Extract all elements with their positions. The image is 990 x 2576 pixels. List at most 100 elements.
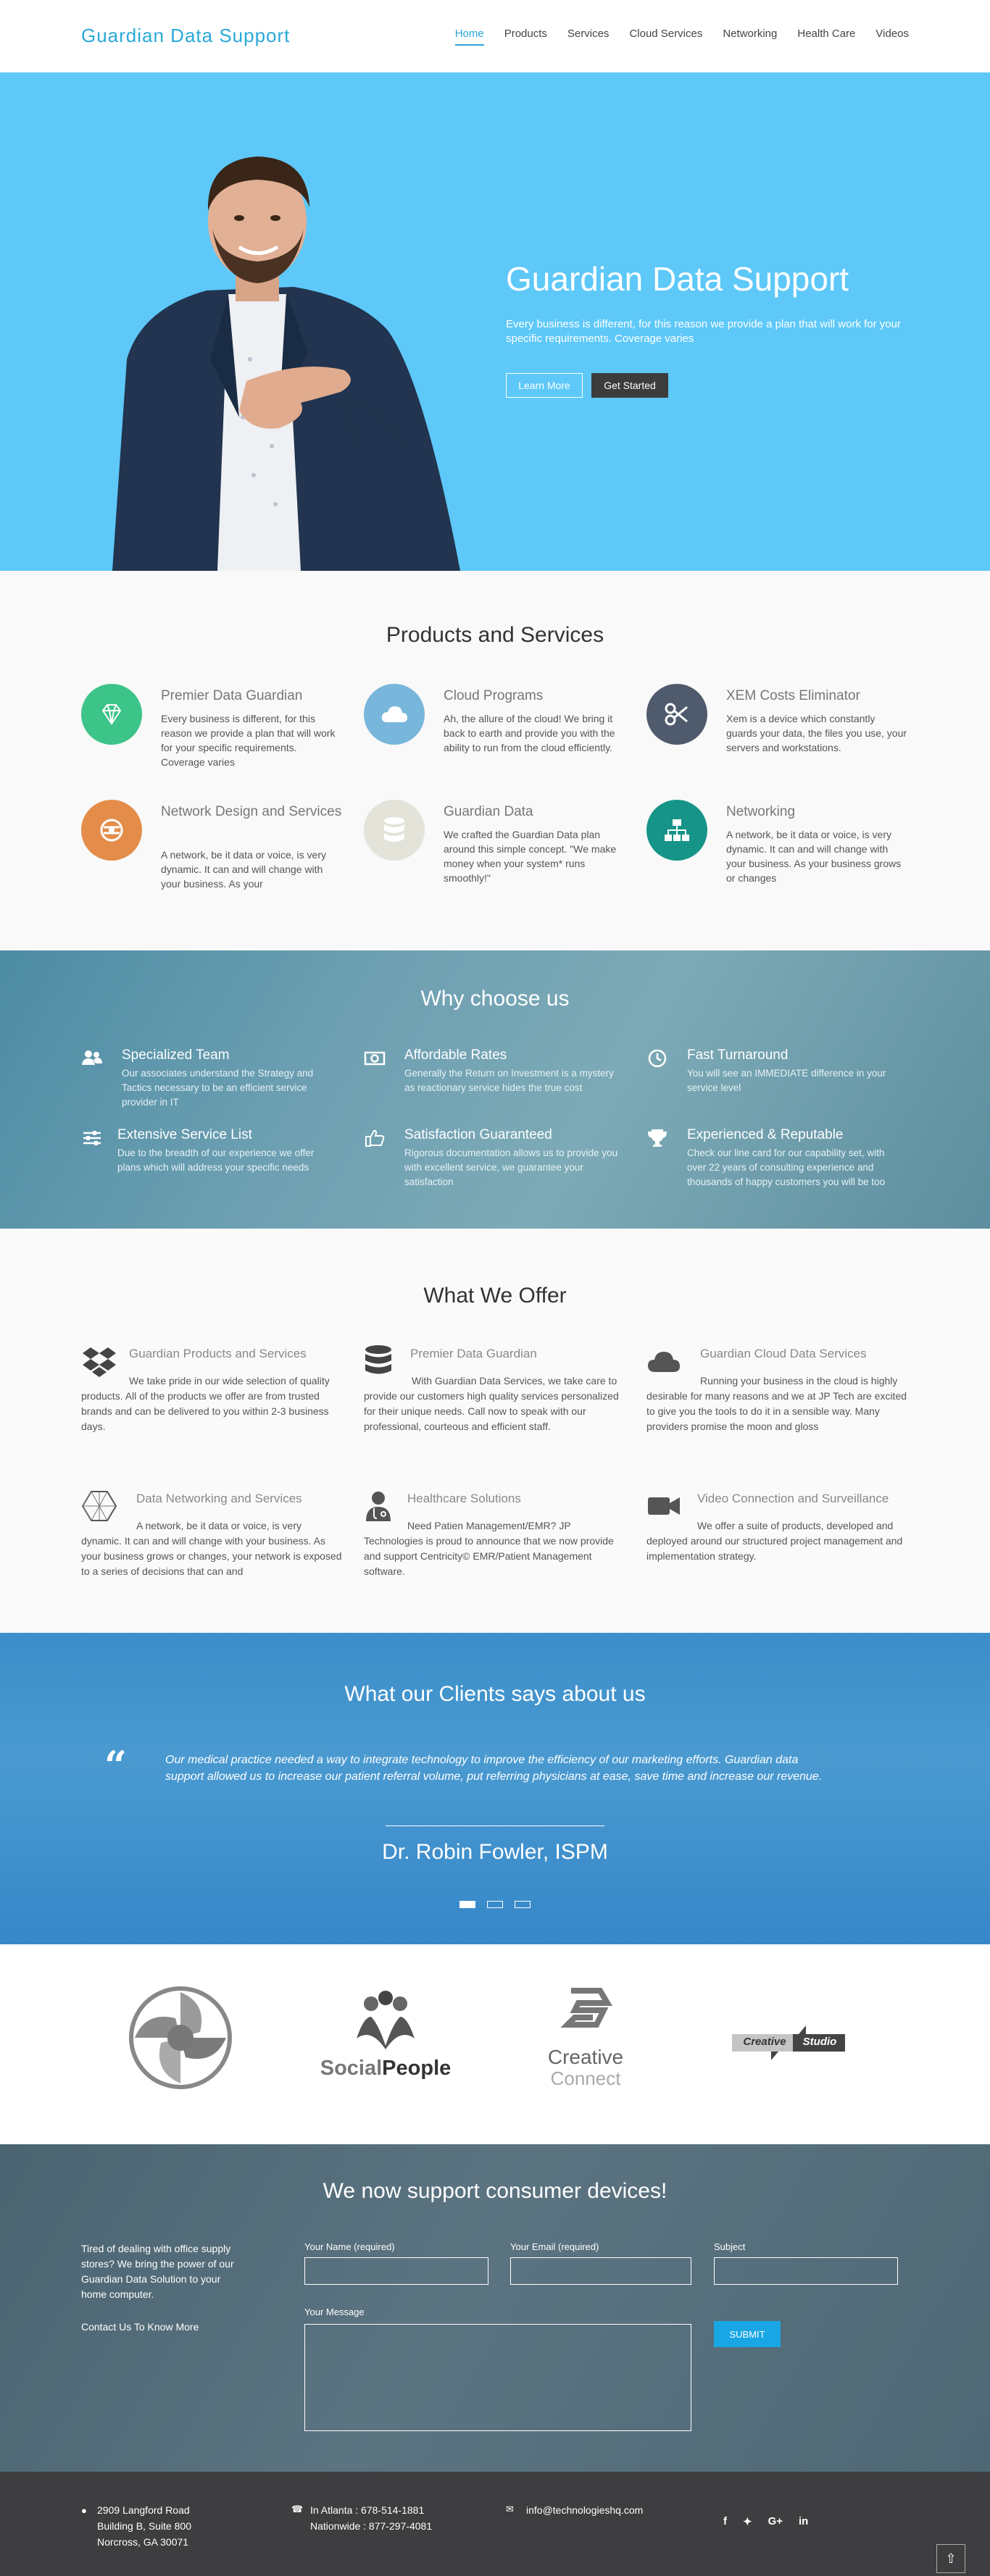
subject-field[interactable] (714, 2257, 898, 2285)
scissors-icon (646, 684, 707, 745)
phone-icon: ☎ (291, 2504, 304, 2514)
email-field[interactable] (510, 2257, 691, 2285)
footer-phones: In Atlanta : 678-514-1881 Nationwide : 8… (310, 2502, 432, 2534)
email-label: Your Email (required) (510, 2241, 599, 2252)
address-line-3: Norcross, GA 30071 (97, 2536, 189, 2548)
nav-health-care[interactable]: Health Care (797, 28, 855, 46)
offer-item-title: Premier Data Guardian (410, 1347, 537, 1360)
why-item-text: Due to the breadth of our experience we … (117, 1147, 315, 1173)
nav-home[interactable]: Home (454, 28, 484, 46)
site-logo[interactable]: Guardian Data Support (81, 25, 290, 47)
social-people-logo-text-a: Social (320, 2057, 383, 2080)
why-item-text: You will see an IMMEDIATE difference in … (687, 1068, 886, 1093)
back-to-top-button[interactable]: ⇧ (936, 2544, 965, 2573)
hero-title: Guardian Data Support (506, 260, 849, 298)
why-item-text: Check our line card for our capability s… (687, 1147, 886, 1187)
products-section: Products and Services Premier Data Guard… (0, 571, 990, 950)
why-item-title: Experienced & Reputable (687, 1127, 844, 1142)
nav-services[interactable]: Services (567, 28, 610, 46)
why-item-title: Fast Turnaround (687, 1047, 789, 1063)
offer-item-text: We take pride in our wide selection of q… (81, 1375, 330, 1432)
offer-item-text: Running your business in the cloud is hi… (646, 1375, 907, 1432)
contact-section: We now support consumer devices! Tired o… (0, 2144, 990, 2472)
phone-line-1[interactable]: In Atlanta : 678-514-1881 (310, 2502, 432, 2518)
product-title: XEM Costs Eliminator (726, 688, 860, 703)
testimonial-title: What our Clients says about us (344, 1682, 646, 1706)
main-nav: Home Products Services Cloud Services Ne… (454, 28, 909, 46)
nav-networking[interactable]: Networking (723, 28, 777, 46)
partner-logos-section: SocialPeople Creative Connect Creative S… (0, 1944, 990, 2144)
linkedin-icon[interactable]: in (799, 2515, 808, 2528)
why-item-title: Satisfaction Guaranteed (404, 1127, 552, 1142)
product-item[interactable]: Premier Data Guardian Every business is … (81, 684, 335, 785)
hero-banner: Guardian Data Support Every business is … (0, 72, 990, 571)
product-item[interactable]: Cloud Programs Ah, the allure of the clo… (364, 684, 617, 785)
site-footer: ● 2909 Langford Road Building B, Suite 8… (0, 2472, 990, 2576)
diamond-icon (81, 684, 142, 745)
facebook-icon[interactable]: f (723, 2515, 727, 2528)
carousel-dot[interactable] (487, 1901, 503, 1908)
offer-item-title: Guardian Products and Services (129, 1347, 307, 1360)
users-icon (82, 1050, 102, 1065)
learn-more-button[interactable]: Learn More (506, 373, 583, 398)
testimonial-section: What our Clients says about us “ Our med… (0, 1633, 990, 1944)
offer-item-text: Need Patien Management/EMR? JP Technolog… (364, 1520, 614, 1577)
product-item[interactable]: Network Design and Services A network, b… (81, 800, 341, 901)
get-started-button[interactable]: Get Started (591, 373, 668, 398)
cloud-icon (364, 684, 425, 745)
social-people-logo-text-b: People (382, 2057, 452, 2080)
network-design-icon (81, 800, 142, 861)
products-title: Products and Services (386, 623, 604, 647)
offer-item-text: With Guardian Data Services, we take car… (364, 1375, 619, 1432)
footer-email[interactable]: info@technologieshq.com (526, 2502, 643, 2518)
site-header: Guardian Data Support Home Products Serv… (0, 0, 990, 72)
carousel-dot[interactable] (515, 1901, 531, 1908)
quote-icon: “ (104, 1742, 128, 1789)
carousel-dot[interactable] (459, 1901, 475, 1908)
hero-person-image (112, 156, 460, 571)
offer-item-text: A network, be it data or voice, is very … (81, 1520, 342, 1577)
offer-item-title: Healthcare Solutions (407, 1492, 521, 1505)
product-item[interactable]: Guardian Data We crafted the Guardian Da… (364, 800, 617, 901)
nav-videos[interactable]: Videos (875, 28, 909, 46)
why-item-title: Extensive Service List (117, 1127, 252, 1142)
why-item-title: Specialized Team (122, 1047, 230, 1063)
map-marker-icon: ● (81, 2505, 87, 2516)
creative-studio-logo-text-b: Studio (802, 2036, 837, 2048)
phone-line-2[interactable]: Nationwide : 877-297-4081 (310, 2518, 432, 2534)
submit-button[interactable]: SUBMIT (714, 2321, 781, 2347)
contact-intro: Tired of dealing with office supply stor… (81, 2243, 234, 2300)
social-links: f ✦ G+ in (723, 2515, 808, 2528)
creative-studio-logo: Creative Studio (729, 2023, 848, 2062)
sliders-icon (83, 1131, 101, 1145)
hero-text: Every business is different, for this re… (506, 318, 901, 345)
product-text: Ah, the allure of the cloud! We bring it… (444, 713, 615, 753)
message-field[interactable] (304, 2324, 691, 2431)
contact-more-link[interactable]: Contact Us To Know More (81, 2321, 199, 2333)
product-item[interactable]: Networking A network, be it data or voic… (646, 800, 901, 901)
nav-cloud-services[interactable]: Cloud Services (629, 28, 702, 46)
twitter-icon[interactable]: ✦ (743, 2515, 752, 2528)
envelope-icon: ✉ (506, 2504, 514, 2514)
product-title: Network Design and Services (161, 804, 342, 819)
product-item[interactable]: XEM Costs Eliminator Xem is a device whi… (646, 684, 907, 785)
product-title: Guardian Data (444, 804, 533, 819)
offer-item-title: Guardian Cloud Data Services (700, 1347, 867, 1360)
creative-connect-logo: Creative Connect (542, 1985, 629, 2094)
google-plus-icon[interactable]: G+ (768, 2515, 783, 2528)
creative-connect-logo-text-b: Connect (550, 2067, 621, 2089)
address-line-1: 2909 Langford Road (97, 2504, 190, 2516)
product-title: Networking (726, 804, 796, 819)
subject-label: Subject (714, 2241, 746, 2252)
trophy-icon (647, 1129, 667, 1147)
money-icon (364, 1051, 386, 1066)
product-text: A network, be it data or voice, is very … (161, 849, 326, 890)
nav-products[interactable]: Products (504, 28, 547, 46)
product-text: Every business is different, for this re… (161, 713, 336, 768)
address-line-2: Building B, Suite 800 (97, 2520, 191, 2532)
circular-gears-logo (129, 1986, 232, 2089)
name-field[interactable] (304, 2257, 488, 2285)
creative-connect-logo-text-a: Creative (547, 2046, 624, 2068)
footer-address: 2909 Langford Road Building B, Suite 800… (97, 2502, 191, 2550)
contact-title: We now support consumer devices! (323, 2179, 667, 2203)
